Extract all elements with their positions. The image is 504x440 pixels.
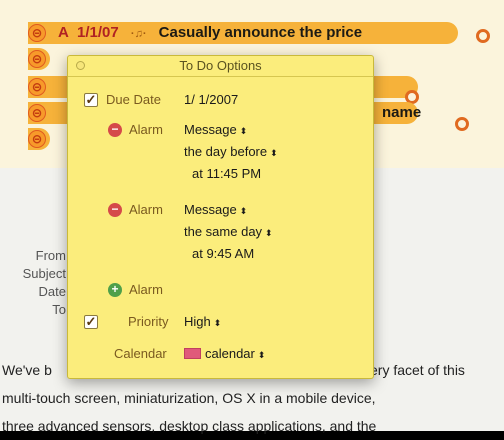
header-to-label: To xyxy=(52,302,66,317)
header-from-label: From xyxy=(35,248,66,263)
todo-options-icon[interactable]: ⊝ xyxy=(28,24,46,42)
calendar-value: calendar xyxy=(205,346,255,361)
updown-arrows-icon: ⬍ xyxy=(239,126,248,136)
alarm-2-label: Alarm xyxy=(129,202,163,217)
updown-arrows-icon: ⬍ xyxy=(257,350,266,360)
todo-link-icon[interactable] xyxy=(476,29,490,43)
alarm-2-when-value: the same day xyxy=(184,224,263,239)
todo-options-popover: To Do Options ✓ Due Date 1/ 1/2007 − Ala… xyxy=(67,55,374,379)
todo-date: 1/1/07 xyxy=(77,24,119,41)
alarm-bell-icon: ·♫· xyxy=(130,28,147,40)
alarm-2-type-value: Message xyxy=(184,202,237,217)
alarm-1-when-select[interactable]: the day before ⬍ xyxy=(184,144,278,159)
todo-options-icon[interactable]: ⊝ xyxy=(28,104,46,122)
alarm-1-type-value: Message xyxy=(184,122,237,137)
alarm-2-when-select[interactable]: the same day ⬍ xyxy=(184,224,273,239)
todo-options-icon[interactable]: ⊝ xyxy=(28,50,46,68)
header-date-label: Date xyxy=(38,284,66,299)
header-subject-label: Subject xyxy=(22,266,66,281)
todo-title: Casually announce the price xyxy=(158,24,363,41)
alarm-1-time-field[interactable]: at 11:45 PM xyxy=(192,166,261,181)
add-alarm-label: Alarm xyxy=(129,282,163,297)
body-line-1-start: We've b xyxy=(2,362,52,378)
alarm-1-type-select[interactable]: Message ⬍ xyxy=(184,122,247,137)
calendar-label: Calendar xyxy=(114,346,167,361)
due-date-label: Due Date xyxy=(106,92,161,107)
priority-checkbox[interactable]: ✓ xyxy=(84,315,98,329)
todo-item-2[interactable]: ⊝ xyxy=(28,48,50,70)
due-date-field[interactable]: 1/ 1/2007 xyxy=(184,92,238,107)
mail-window: ⊝ A 1/1/07 ·♫· Casually announce the pri… xyxy=(0,0,504,434)
body-line-2: multi-touch screen, miniaturization, OS … xyxy=(2,390,376,406)
todo-options-icon[interactable]: ⊝ xyxy=(28,78,46,96)
todo-item-4-partial-text: name xyxy=(382,104,422,121)
popover-title: To Do Options xyxy=(179,58,262,73)
priority-label: Priority xyxy=(128,314,169,329)
todo-options-icon[interactable]: ⊝ xyxy=(28,130,46,148)
remove-alarm-2-icon[interactable]: − xyxy=(108,203,122,217)
body-line-3: three advanced sensors, desktop class ap… xyxy=(2,418,377,434)
priority-value: High xyxy=(184,314,211,329)
body-line-1-end: ery facet of this xyxy=(370,362,465,378)
alarm-1-when-value: the day before xyxy=(184,144,268,159)
updown-arrows-icon: ⬍ xyxy=(213,318,222,328)
priority-mark: A xyxy=(58,24,69,41)
updown-arrows-icon: ⬍ xyxy=(270,148,278,158)
todo-item-5[interactable]: ⊝ xyxy=(28,128,50,150)
updown-arrows-icon: ⬍ xyxy=(265,228,273,238)
add-alarm-icon[interactable]: + xyxy=(108,283,122,297)
calendar-color-swatch xyxy=(184,348,201,359)
alarm-1-label: Alarm xyxy=(129,122,163,137)
priority-select[interactable]: High ⬍ xyxy=(184,314,221,329)
alarm-2-time-field[interactable]: at 9:45 AM xyxy=(192,246,254,261)
alarm-2-type-select[interactable]: Message ⬍ xyxy=(184,202,247,217)
remove-alarm-1-icon[interactable]: − xyxy=(108,123,122,137)
calendar-select[interactable]: calendar ⬍ xyxy=(184,346,265,361)
todo-item-1-text: A 1/1/07 ·♫· Casually announce the price xyxy=(58,22,362,44)
todo-link-icon[interactable] xyxy=(455,117,469,131)
due-date-checkbox[interactable]: ✓ xyxy=(84,93,98,107)
updown-arrows-icon: ⬍ xyxy=(239,206,248,216)
popover-title-bar: To Do Options xyxy=(68,56,373,77)
todo-item-1[interactable]: ⊝ A 1/1/07 ·♫· Casually announce the pri… xyxy=(28,22,458,44)
